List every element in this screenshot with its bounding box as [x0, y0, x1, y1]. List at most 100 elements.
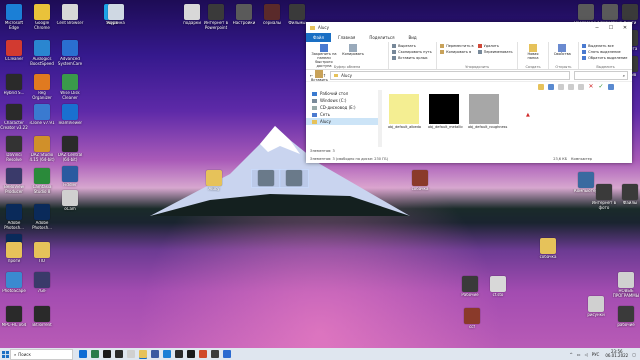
desktop-icon-label: Интернет в фото — [592, 201, 616, 210]
chevron-up-icon[interactable]: ^ — [569, 352, 572, 357]
desktop-icon-item[interactable]: BeRoView Producer — [0, 168, 28, 194]
file-explorer-window[interactable]: Alucy ─ ☐ ✕ Файл Главная Поделиться Вид … — [306, 22, 632, 163]
properties-button[interactable]: Свойства — [554, 44, 571, 56]
desktop-icon-item[interactable]: Интернет в Powerpoint — [202, 4, 230, 30]
desktop-icon-item[interactable]: iClone v7.91 — [28, 104, 56, 126]
nav-item-network[interactable]: Сеть — [306, 111, 378, 118]
desktop-icon-item[interactable]: DAZ Studio 4.15 (64-bit) — [28, 136, 56, 162]
file-item[interactable]: obj_default_albedo — [388, 94, 421, 129]
desktop-icon-item[interactable]: Google Chrome — [28, 4, 56, 30]
maximize-button[interactable]: ☐ — [604, 25, 618, 31]
desktop-icon-item[interactable]: проги — [0, 242, 28, 264]
desktop-icon-item[interactable] — [279, 169, 309, 188]
network-icon[interactable]: ▭ — [577, 352, 581, 357]
desktop-icon-item[interactable]: Wise Disk Cleaner — [56, 74, 84, 100]
taskbar-app-icon[interactable] — [163, 350, 171, 358]
desktop-icon-item[interactable]: Adobe Photosh... — [28, 204, 56, 230]
desktop-icon-item[interactable]: НОВЫЕ ПРОГРАММЫ — [612, 272, 640, 298]
rename-button[interactable]: Переименовать — [477, 49, 513, 55]
desktop-icon-item[interactable]: ПО — [28, 242, 56, 264]
start-button[interactable] — [0, 349, 10, 359]
desktop-icon-item[interactable]: рабочие — [612, 306, 640, 328]
desktop-icon-item[interactable]: DAZ Central (64-bit) — [56, 136, 84, 162]
desktop-icon-item[interactable]: DaVinci Resolve — [0, 136, 28, 162]
tab-file[interactable]: Файл — [306, 33, 332, 42]
desktop-icon-item[interactable]: Cent Browser — [56, 4, 84, 26]
nav-item-cd-drive[interactable]: CD-дисковод (E:) — [306, 104, 378, 111]
nav-item-desktop[interactable]: Рабочий стол — [306, 90, 378, 97]
taskbar-app-icon[interactable] — [103, 350, 111, 358]
desktop-icon-item[interactable]: Character Creator v3.22 — [0, 104, 28, 130]
taskbar-app-icon[interactable] — [127, 350, 135, 358]
notification-icon[interactable]: ▢ — [632, 352, 636, 357]
paste-icon — [315, 70, 324, 78]
desktop-icon-item[interactable]: TeamViewer — [56, 104, 84, 126]
paste-button[interactable]: Вставить — [311, 70, 328, 82]
tab-share[interactable]: Поделиться — [362, 33, 401, 42]
desktop-icon-item[interactable]: Рабочие — [456, 276, 484, 298]
copy-button[interactable]: Копировать — [342, 44, 364, 56]
desktop-icon-item[interactable]: собачка — [534, 238, 562, 260]
taskbar-app-icon[interactable] — [151, 350, 159, 358]
desktop-icon-item[interactable]: oCam — [56, 190, 84, 212]
title-bar[interactable]: Alucy ─ ☐ ✕ — [306, 22, 632, 33]
copy-to-button[interactable]: Копировать в — [440, 49, 473, 55]
file-item[interactable]: obj_default_roughness — [468, 94, 507, 129]
desktop-icon-item[interactable]: Интернет в фото — [590, 184, 618, 210]
new-folder-button[interactable]: Новая папка — [523, 44, 542, 60]
file-item[interactable]: obj_default_metallic — [428, 94, 463, 129]
desktop-icon-item[interactable]: Reg Organizer — [28, 74, 56, 100]
minimize-button[interactable]: ─ — [590, 25, 604, 31]
paste-shortcut-button[interactable]: Вставить ярлык — [392, 55, 433, 61]
tab-home[interactable]: Главная — [331, 33, 362, 42]
tab-view[interactable]: Вид — [401, 33, 423, 42]
desktop-icon-item[interactable]: Camtasia Studio 8 — [28, 168, 56, 194]
desktop-icon-item[interactable]: Advanced SystemCare — [56, 40, 84, 66]
taskbar-app-icon[interactable] — [115, 350, 123, 358]
address-bar[interactable]: Alucy — [330, 71, 570, 80]
desktop-icon-item[interactable]: CCleaner — [0, 40, 28, 62]
desktop-icon-item[interactable]: MPC-HC x64 — [0, 306, 28, 328]
volume-icon[interactable]: ◁ — [585, 352, 588, 357]
invert-selection-button[interactable]: Обратить выделение — [582, 55, 629, 61]
desktop-icon-item[interactable]: 7GIF — [28, 272, 56, 294]
desktop-icon-item[interactable]: Alucy — [200, 170, 228, 192]
desktop-icon-item[interactable]: cf.sto — [484, 276, 512, 298]
nav-item-alucy[interactable]: Alucy — [306, 118, 378, 125]
ribbon: Закрепить на панели быстрого доступа Коп… — [306, 42, 632, 82]
app-icon — [622, 184, 638, 200]
desktop-icon-label: Hybrid S... — [3, 91, 25, 95]
desktop-icon-item[interactable]: Adobe Photosh... — [0, 204, 28, 230]
taskbar-app-icon[interactable] — [187, 350, 195, 358]
desktop-icon-item[interactable]: Hybrid S... — [0, 74, 28, 96]
taskbar-search[interactable]: ⌕ Поиск — [10, 348, 73, 360]
taskbar-app-icon[interactable] — [139, 350, 147, 358]
language-indicator[interactable]: РУС — [592, 352, 600, 357]
desktop-icon-item[interactable]: сериалы — [258, 4, 286, 26]
desktop-icon-item[interactable] — [251, 169, 281, 188]
taskbar-app-icon[interactable] — [175, 350, 183, 358]
taskbar-app-icon[interactable] — [211, 350, 219, 358]
desktop-icon-item[interactable]: Файлы — [616, 184, 640, 206]
clock[interactable]: 23:56 06.01.2022 — [605, 349, 628, 359]
app-icon — [34, 204, 50, 220]
taskbar-app-icon[interactable] — [91, 350, 99, 358]
desktop-icon-item[interactable]: BitTorrent — [28, 306, 56, 328]
desktop-icon-item[interactable]: PhotoScape — [0, 272, 28, 294]
desktop-icon-item[interactable]: Auslogics BoostSpeed — [28, 40, 56, 66]
search-input[interactable]: ⌕ — [574, 71, 628, 80]
taskbar-app-icon[interactable] — [199, 350, 207, 358]
desktop-icon-item[interactable]: рисунки — [582, 296, 610, 318]
taskbar-app-icon[interactable] — [79, 350, 87, 358]
desktop-icon-item[interactable]: Корзина — [102, 4, 130, 26]
close-button[interactable]: ✕ — [618, 25, 632, 31]
taskbar-app-icon[interactable] — [223, 350, 231, 358]
desktop-icon-item[interactable]: Fiddler — [56, 166, 84, 188]
nav-item-drive-c[interactable]: Windows (C:) — [306, 97, 378, 104]
desktop-icon-item[interactable]: собачка — [406, 170, 434, 192]
desktop-icon-item[interactable]: ccf — [458, 308, 486, 330]
app-icon — [6, 242, 22, 258]
desktop-icon-item[interactable]: Microsoft Edge — [0, 4, 28, 30]
select-none-icon — [582, 50, 587, 54]
desktop-icon-item[interactable]: Настройки — [230, 4, 258, 26]
